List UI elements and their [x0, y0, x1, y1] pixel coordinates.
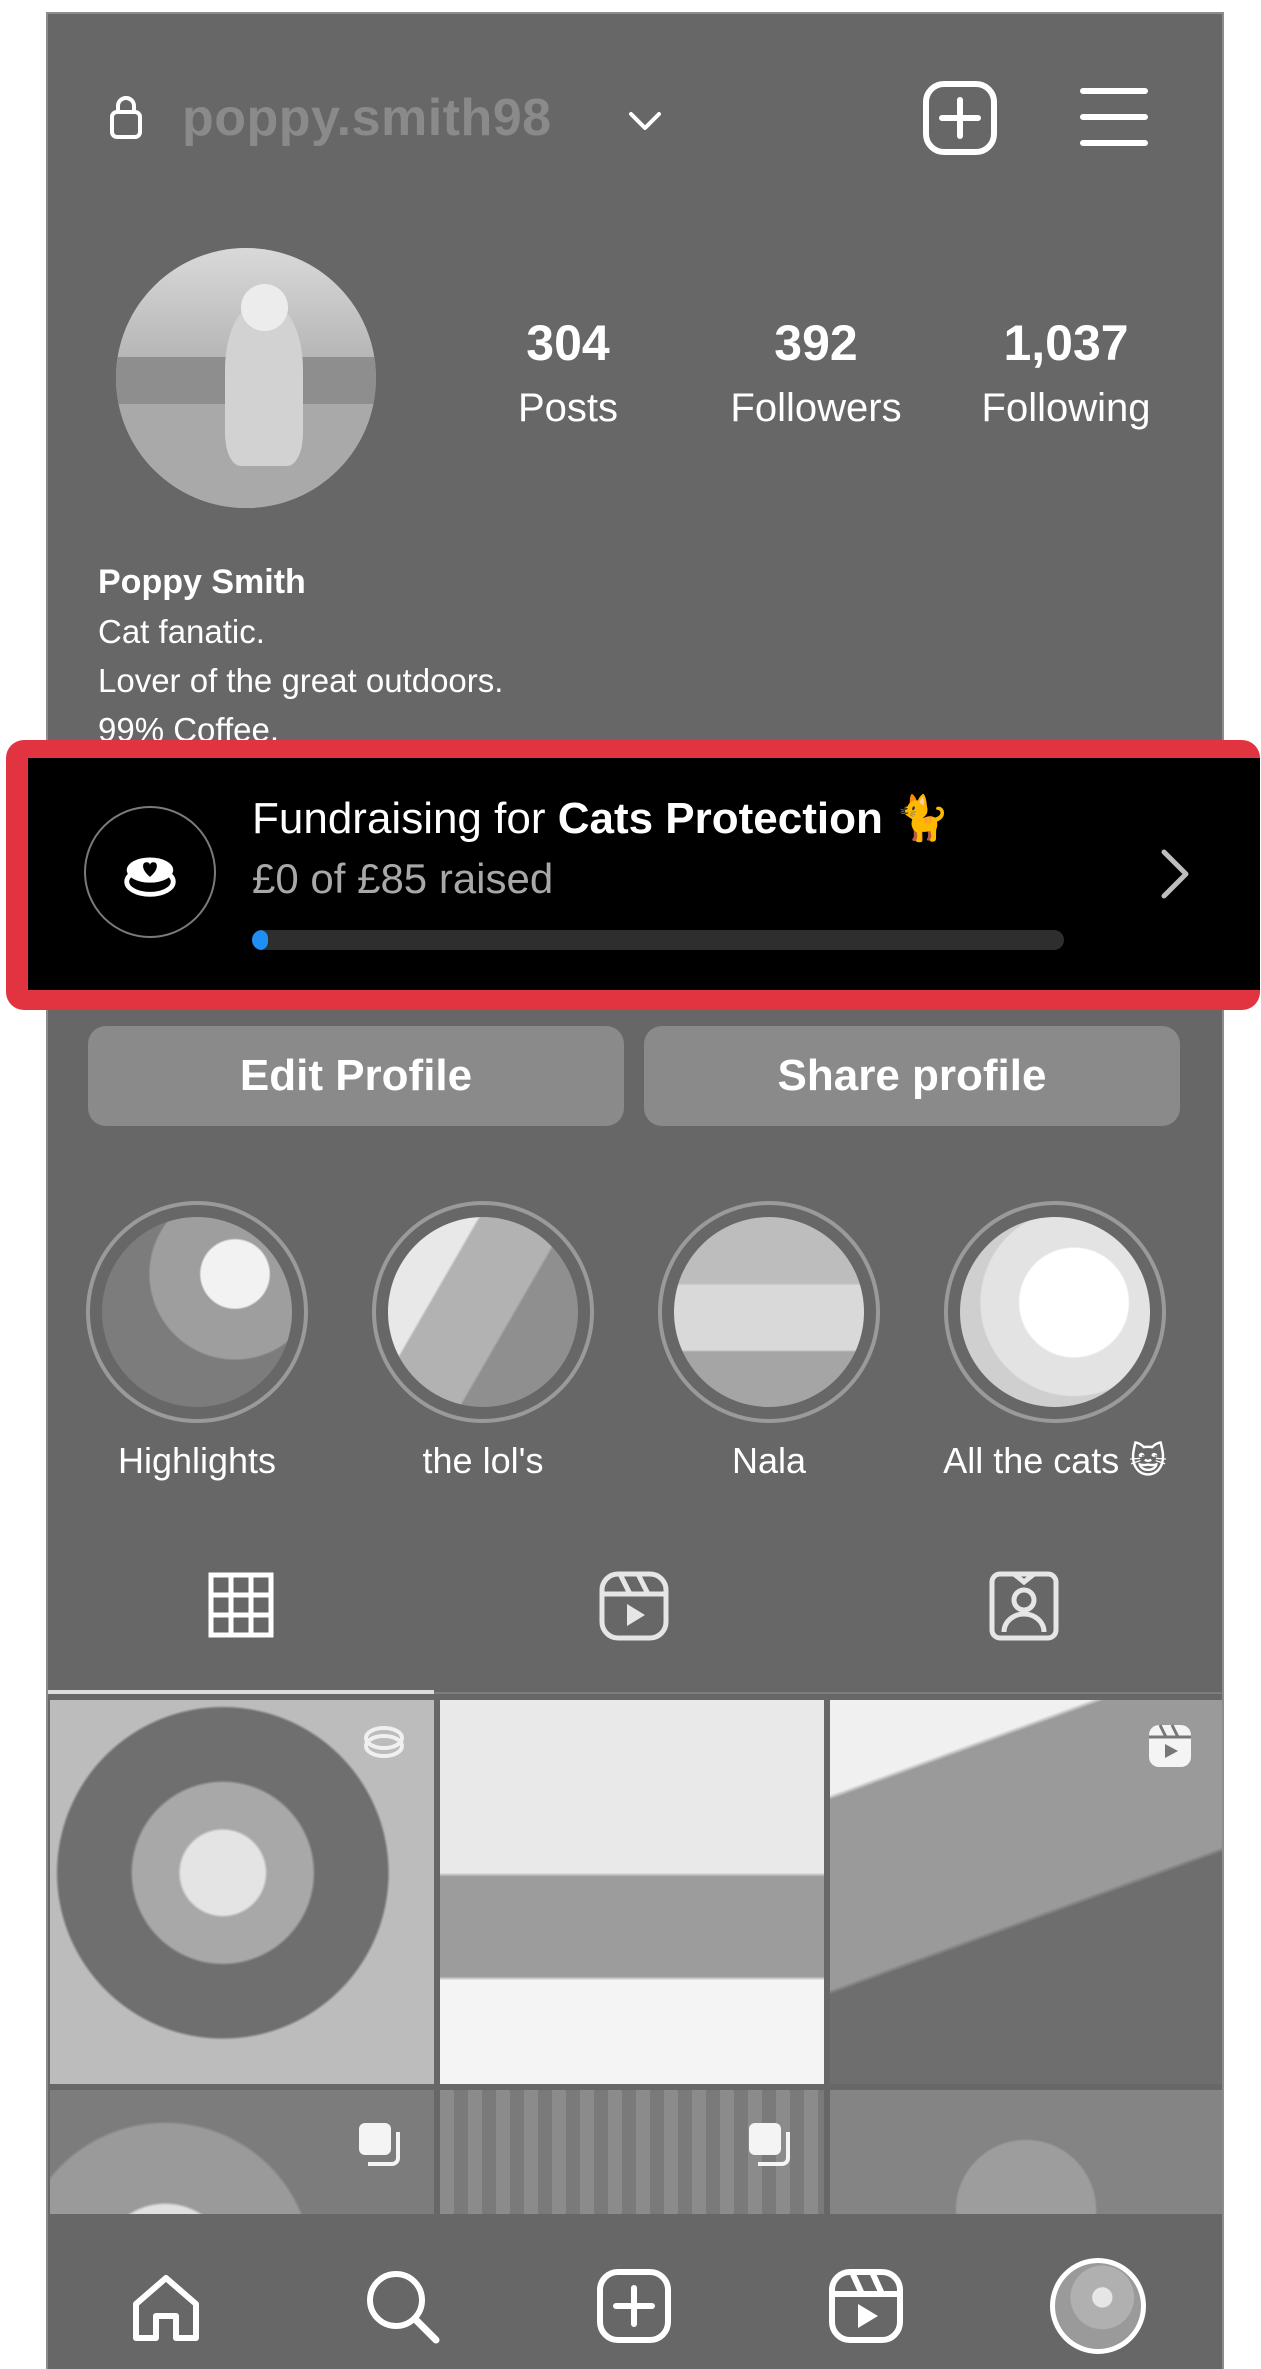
create-icon[interactable] — [596, 2268, 672, 2344]
tagged-icon[interactable] — [988, 1570, 1060, 1642]
fundraiser-progress-bar — [252, 930, 1064, 950]
home-icon[interactable] — [128, 2270, 204, 2346]
highlight-label: Highlights — [117, 1440, 277, 1481]
fundraiser-highlight: Fundraising for Cats Protection 🐈 £0 of … — [6, 740, 1260, 1010]
stat-value: 304 — [526, 315, 610, 371]
fundraiser-prefix: Fundraising for — [252, 794, 558, 843]
highlight-label: Nala — [731, 1440, 807, 1481]
cat-emoji: 🐈 — [895, 794, 950, 843]
username-switcher[interactable]: poppy.smith98 — [182, 88, 552, 148]
highlight-highlights[interactable] — [86, 1201, 308, 1423]
post-tile[interactable] — [830, 1700, 1222, 2084]
fundraiser-title: Fundraising for Cats Protection 🐈 — [252, 792, 950, 844]
stat-value: 392 — [774, 315, 858, 371]
carousel-badge-icon — [356, 2120, 404, 2168]
highlight-nala[interactable] — [658, 1201, 880, 1423]
stat-posts[interactable]: 304 Posts — [448, 314, 688, 431]
new-post-icon[interactable] — [922, 80, 998, 156]
grid-icon[interactable] — [208, 1572, 274, 1638]
fundraiser-raised: £0 of £85 raised — [252, 855, 554, 902]
profile-name: Poppy Smith — [98, 563, 306, 601]
profile-avatar[interactable] — [1050, 2258, 1146, 2354]
tab-active-indicator — [48, 1690, 434, 1694]
highlight-the-lols[interactable] — [372, 1201, 594, 1423]
reels-icon[interactable] — [598, 1570, 670, 1642]
bio-line: Lover of the great outdoors. — [98, 662, 504, 699]
highlight-all-the-cats[interactable] — [944, 1201, 1166, 1423]
fundraiser-progress-fill — [252, 930, 268, 950]
search-icon[interactable] — [362, 2266, 442, 2346]
stat-value: 1,037 — [1003, 315, 1129, 371]
bottom-nav — [48, 2214, 1222, 2369]
menu-icon[interactable] — [1080, 86, 1148, 148]
profile-avatar[interactable] — [116, 248, 376, 508]
stat-followers[interactable]: 392 Followers — [696, 314, 936, 431]
fundraiser-badge-icon — [360, 1718, 408, 1766]
bio-line: Cat fanatic. — [98, 613, 265, 650]
reels-icon[interactable] — [828, 2268, 904, 2344]
highlight-label: the lol's — [422, 1440, 544, 1481]
fundraiser-icon — [84, 806, 216, 938]
edit-profile-button[interactable]: Edit Profile — [88, 1026, 624, 1126]
fundraiser-charity: Cats Protection — [557, 794, 883, 843]
stat-label: Following — [981, 386, 1151, 430]
stat-label: Followers — [730, 386, 902, 430]
stat-following[interactable]: 1,037 Following — [946, 314, 1186, 431]
fundraiser-card[interactable]: Fundraising for Cats Protection 🐈 £0 of … — [28, 758, 1260, 990]
highlight-label: All the cats 😺 — [943, 1440, 1167, 1481]
profile-bio: Poppy Smith Cat fanatic. Lover of the gr… — [98, 558, 503, 754]
carousel-badge-icon — [746, 2120, 794, 2168]
chevron-down-icon[interactable] — [628, 110, 662, 132]
post-tile[interactable] — [50, 1700, 434, 2084]
profile-screen: poppy.smith98 304 Posts 392 Followers 1,… — [46, 12, 1224, 2369]
stat-label: Posts — [517, 386, 619, 430]
lock-icon — [108, 94, 144, 140]
reel-badge-icon — [1146, 1722, 1194, 1770]
post-tile[interactable] — [440, 1700, 824, 2084]
chevron-right-icon[interactable] — [1156, 846, 1196, 902]
share-profile-button[interactable]: Share profile — [644, 1026, 1180, 1126]
